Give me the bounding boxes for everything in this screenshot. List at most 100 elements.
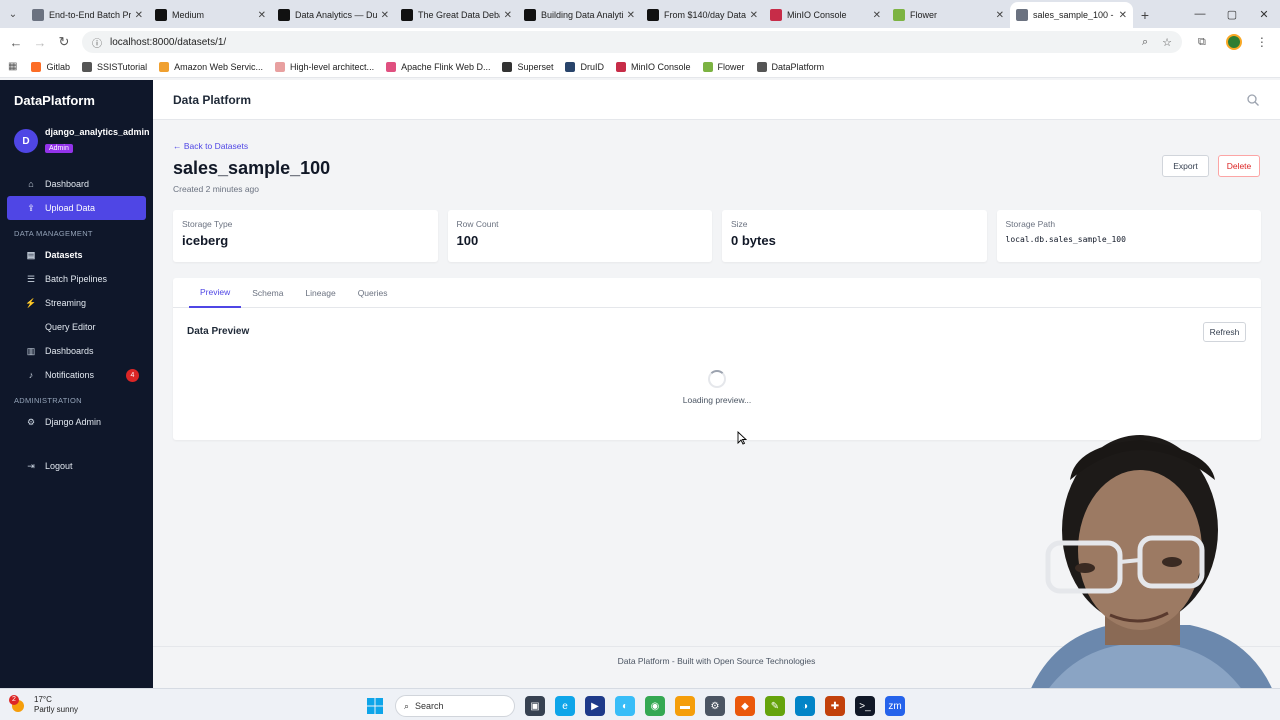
tab-schema[interactable]: Schema: [241, 278, 294, 308]
taskbar-search[interactable]: ⌕ Search: [395, 695, 515, 717]
refresh-button[interactable]: Refresh: [1203, 322, 1246, 342]
settings-icon[interactable]: ⚙: [705, 696, 725, 716]
bookmark-item[interactable]: Gitlab: [31, 61, 70, 72]
close-window-icon[interactable]: ✕: [1248, 8, 1280, 21]
site-info-icon[interactable]: ⓘ: [92, 35, 102, 50]
reload-icon[interactable]: ↻: [52, 34, 76, 50]
bookmark-item[interactable]: High-level architect...: [275, 61, 374, 72]
tab-preview[interactable]: Preview: [189, 278, 242, 308]
gear-icon: ⚙: [26, 416, 36, 427]
bookmark-item[interactable]: Flower: [702, 61, 745, 72]
zoom-app-icon[interactable]: zm: [885, 696, 905, 716]
browser-tab[interactable]: The Great Data Deba ✕: [395, 2, 518, 28]
search-icon: ⌕: [404, 700, 410, 711]
temperature: 17°C: [34, 694, 52, 704]
tab-search-icon[interactable]: ⌄: [0, 0, 26, 28]
task-view-icon[interactable]: ▣: [525, 696, 545, 716]
chrome-icon[interactable]: ◉: [645, 696, 665, 716]
delete-button[interactable]: Delete: [1218, 155, 1260, 177]
bookmark-icon: [616, 61, 626, 72]
windows-start-icon[interactable]: [365, 696, 385, 716]
url-field[interactable]: ⓘ localhost:8000/datasets/1/ ⌕ ☆: [82, 31, 1182, 53]
browser-tab[interactable]: Building Data Analyti ✕: [518, 2, 641, 28]
close-tab-icon[interactable]: ✕: [258, 10, 266, 21]
bookmark-item[interactable]: SSISTutorial: [81, 61, 147, 72]
minio-icon: [770, 9, 782, 21]
browser-tab[interactable]: Medium ✕: [149, 2, 272, 28]
sidebar-item-dashboard[interactable]: ⌂ Dashboard: [7, 172, 146, 196]
minimize-icon[interactable]: —: [1184, 8, 1216, 20]
close-tab-icon[interactable]: ✕: [1119, 10, 1127, 21]
bookmark-item[interactable]: Amazon Web Servic...: [159, 61, 263, 72]
menu-kebab-icon[interactable]: ⋮: [1256, 35, 1268, 49]
maximize-icon[interactable]: ▢: [1216, 8, 1248, 21]
tab-title: Building Data Analyti: [541, 10, 623, 20]
close-tab-icon[interactable]: ✕: [750, 10, 758, 21]
close-tab-icon[interactable]: ✕: [873, 10, 881, 21]
medium-icon: [647, 9, 659, 21]
sidebar-item-notifications[interactable]: ♪ Notifications 4: [7, 363, 146, 387]
browser-tab[interactable]: From $140/day Datab ✕: [641, 2, 764, 28]
app-blue-icon[interactable]: ◑: [795, 696, 815, 716]
close-tab-icon[interactable]: ✕: [135, 10, 143, 21]
file-explorer-icon[interactable]: ▬: [675, 696, 695, 716]
export-button[interactable]: Export: [1162, 155, 1209, 177]
bookmark-item[interactable]: MinIO Console: [616, 61, 691, 72]
browser-tab[interactable]: Flower ✕: [887, 2, 1010, 28]
profile-avatar[interactable]: [1225, 34, 1242, 50]
close-tab-icon[interactable]: ✕: [504, 10, 512, 21]
browser-tab[interactable]: sales_sample_100 - D ✕: [1010, 2, 1133, 28]
loading-text: Loading preview...: [682, 395, 752, 405]
edge-browser-icon[interactable]: e: [555, 696, 575, 716]
sidebar-item-dashboards[interactable]: ▥ Dashboards: [7, 339, 146, 363]
bookmark-item[interactable]: Superset: [502, 61, 553, 72]
extensions-icon[interactable]: ⧉: [1198, 36, 1206, 49]
terminal-icon[interactable]: >_: [855, 696, 875, 716]
new-tab-button[interactable]: +: [1133, 2, 1157, 28]
medium-icon: [524, 9, 536, 21]
zoom-icon[interactable]: ⌕: [1142, 36, 1148, 49]
brand-logo[interactable]: DataPlatform: [0, 80, 153, 120]
apps-grid-icon[interactable]: ▦: [8, 61, 17, 72]
webcam-overlay: [1020, 435, 1280, 720]
sidebar-item-batch-pipelines[interactable]: ☰ Batch Pipelines: [7, 267, 146, 291]
app-icon[interactable]: ◐: [615, 696, 635, 716]
sidebar-item-label: Query Editor: [45, 322, 96, 332]
back-arrow-icon[interactable]: ←: [4, 35, 28, 50]
tab-queries[interactable]: Queries: [347, 278, 399, 308]
sidebar-item-query-editor[interactable]: Query Editor: [7, 315, 146, 339]
browser-tab[interactable]: MinIO Console ✕: [764, 2, 887, 28]
vscode-icon[interactable]: ▶: [585, 696, 605, 716]
close-tab-icon[interactable]: ✕: [627, 10, 635, 21]
logout-icon: ⇥: [27, 460, 35, 471]
bookmark-item[interactable]: DruID: [565, 61, 604, 72]
app-puzzle-icon[interactable]: ✚: [825, 696, 845, 716]
bookmark-label: Apache Flink Web D...: [401, 61, 491, 72]
tab-lineage[interactable]: Lineage: [294, 278, 346, 308]
chart-icon: ▥: [26, 345, 36, 356]
notepad-icon[interactable]: ✎: [765, 696, 785, 716]
bookmark-item[interactable]: Apache Flink Web D...: [386, 61, 491, 72]
weather-widget[interactable]: 2 17°C Partly sunny: [0, 694, 200, 715]
bookmark-item[interactable]: DataPlatform: [756, 61, 824, 72]
close-tab-icon[interactable]: ✕: [381, 10, 389, 21]
search-icon[interactable]: [1246, 93, 1260, 107]
close-tab-icon[interactable]: ✕: [996, 10, 1004, 21]
browser-tab[interactable]: Data Analytics — Du ✕: [272, 2, 395, 28]
card-value: local.db.sales_sample_100: [1005, 235, 1126, 244]
sidebar-item-label: Notifications: [45, 370, 95, 380]
card-label: Size: [731, 219, 748, 229]
bookmark-label: Flower: [717, 61, 745, 72]
forward-arrow-icon[interactable]: →: [28, 35, 52, 50]
sidebar-item-django-admin[interactable]: ⚙ Django Admin: [7, 410, 146, 434]
tab-title: The Great Data Deba: [418, 10, 500, 20]
sidebar-item-logout[interactable]: ⇥ Logout: [7, 454, 146, 478]
bookmark-star-icon[interactable]: ☆: [1162, 36, 1172, 49]
back-to-datasets-link[interactable]: ← Back to Datasets: [173, 141, 248, 151]
sidebar-item-datasets[interactable]: ▤ Datasets: [7, 243, 146, 267]
page-title: sales_sample_100: [173, 158, 331, 178]
app-orange-icon[interactable]: ◆: [735, 696, 755, 716]
browser-tab[interactable]: End-to-End Batch Pro ✕: [26, 2, 149, 28]
sidebar-item-upload-data[interactable]: ⇪ Upload Data: [7, 196, 146, 220]
sidebar-item-streaming[interactable]: ⚡ Streaming: [7, 291, 146, 315]
